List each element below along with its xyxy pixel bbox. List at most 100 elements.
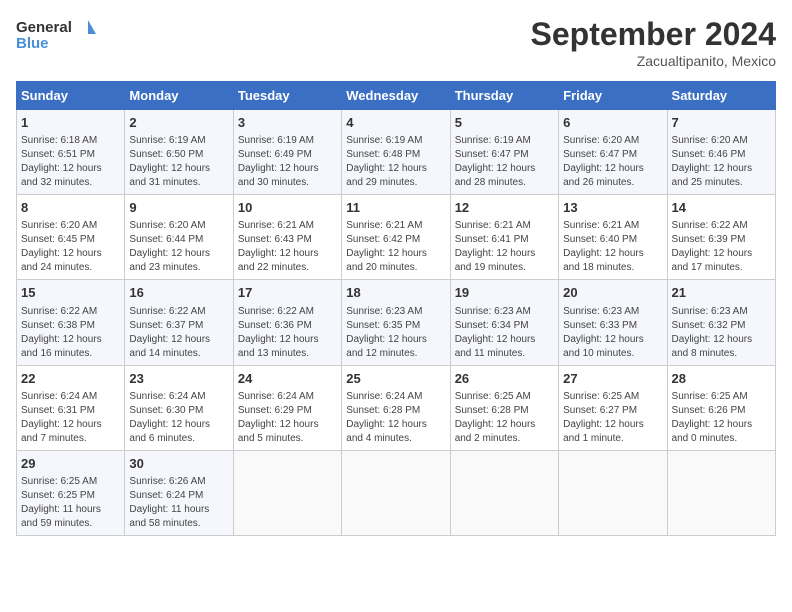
table-cell: 20 Sunrise: 6:23 AM Sunset: 6:33 PM Dayli… bbox=[559, 280, 667, 365]
col-friday: Friday bbox=[559, 82, 667, 110]
day-content: Sunrise: 6:18 AM Sunset: 6:51 PM Dayligh… bbox=[21, 134, 120, 190]
day-number: 7 bbox=[672, 114, 771, 132]
day-content: Sunrise: 6:25 AM Sunset: 6:26 PM Dayligh… bbox=[672, 390, 771, 446]
calendar-row: 29Sunrise: 6:25 AM Sunset: 6:25 PM Dayli… bbox=[17, 450, 776, 535]
day-content: Sunrise: 6:24 AM Sunset: 6:30 PM Dayligh… bbox=[129, 390, 228, 446]
calendar-body: 1 Sunrise: 6:18 AM Sunset: 6:51 PM Daylig… bbox=[17, 110, 776, 536]
col-tuesday: Tuesday bbox=[233, 82, 341, 110]
calendar-table: Sunday Monday Tuesday Wednesday Thursday… bbox=[16, 81, 776, 536]
calendar-row: 8 Sunrise: 6:20 AM Sunset: 6:45 PM Daylig… bbox=[17, 195, 776, 280]
day-number: 9 bbox=[129, 199, 228, 217]
calendar-row: 15 Sunrise: 6:22 AM Sunset: 6:38 PM Dayli… bbox=[17, 280, 776, 365]
day-number: 2 bbox=[129, 114, 228, 132]
day-content: Sunrise: 6:25 AM Sunset: 6:25 PM Dayligh… bbox=[21, 475, 120, 531]
day-number: 20 bbox=[563, 284, 662, 302]
col-monday: Monday bbox=[125, 82, 233, 110]
day-content: Sunrise: 6:19 AM Sunset: 6:49 PM Dayligh… bbox=[238, 134, 337, 190]
day-content: Sunrise: 6:22 AM Sunset: 6:38 PM Dayligh… bbox=[21, 305, 120, 361]
day-content: Sunrise: 6:22 AM Sunset: 6:37 PM Dayligh… bbox=[129, 305, 228, 361]
table-cell: 23 Sunrise: 6:24 AM Sunset: 6:30 PM Dayli… bbox=[125, 365, 233, 450]
table-cell: 25 Sunrise: 6:24 AM Sunset: 6:28 PM Dayli… bbox=[342, 365, 450, 450]
col-sunday: Sunday bbox=[17, 82, 125, 110]
day-content: Sunrise: 6:23 AM Sunset: 6:33 PM Dayligh… bbox=[563, 305, 662, 361]
col-wednesday: Wednesday bbox=[342, 82, 450, 110]
table-cell bbox=[450, 450, 558, 535]
page-header: General Blue September 2024 Zacualtipani… bbox=[16, 16, 776, 69]
table-cell: 22Sunrise: 6:24 AM Sunset: 6:31 PM Dayli… bbox=[17, 365, 125, 450]
day-number: 3 bbox=[238, 114, 337, 132]
day-number: 27 bbox=[563, 370, 662, 388]
day-number: 5 bbox=[455, 114, 554, 132]
col-thursday: Thursday bbox=[450, 82, 558, 110]
table-cell: 21 Sunrise: 6:23 AM Sunset: 6:32 PM Dayli… bbox=[667, 280, 775, 365]
day-number: 1 bbox=[21, 114, 120, 132]
day-number: 14 bbox=[672, 199, 771, 217]
table-cell: 2 Sunrise: 6:19 AM Sunset: 6:50 PM Daylig… bbox=[125, 110, 233, 195]
day-content: Sunrise: 6:20 AM Sunset: 6:45 PM Dayligh… bbox=[21, 219, 120, 275]
day-content: Sunrise: 6:24 AM Sunset: 6:28 PM Dayligh… bbox=[346, 390, 445, 446]
day-number: 11 bbox=[346, 199, 445, 217]
table-cell: 19Sunrise: 6:23 AM Sunset: 6:34 PM Dayli… bbox=[450, 280, 558, 365]
day-number: 16 bbox=[129, 284, 228, 302]
calendar-row: 1 Sunrise: 6:18 AM Sunset: 6:51 PM Daylig… bbox=[17, 110, 776, 195]
day-number: 24 bbox=[238, 370, 337, 388]
day-number: 23 bbox=[129, 370, 228, 388]
table-cell: 6Sunrise: 6:20 AM Sunset: 6:47 PM Daylig… bbox=[559, 110, 667, 195]
table-cell: 30Sunrise: 6:26 AM Sunset: 6:24 PM Dayli… bbox=[125, 450, 233, 535]
location-title: Zacualtipanito, Mexico bbox=[531, 53, 776, 69]
day-number: 26 bbox=[455, 370, 554, 388]
day-number: 21 bbox=[672, 284, 771, 302]
day-content: Sunrise: 6:20 AM Sunset: 6:47 PM Dayligh… bbox=[563, 134, 662, 190]
day-content: Sunrise: 6:20 AM Sunset: 6:46 PM Dayligh… bbox=[672, 134, 771, 190]
table-cell: 18Sunrise: 6:23 AM Sunset: 6:35 PM Dayli… bbox=[342, 280, 450, 365]
day-content: Sunrise: 6:21 AM Sunset: 6:41 PM Dayligh… bbox=[455, 219, 554, 275]
col-saturday: Saturday bbox=[667, 82, 775, 110]
table-cell bbox=[342, 450, 450, 535]
table-cell: 1 Sunrise: 6:18 AM Sunset: 6:51 PM Daylig… bbox=[17, 110, 125, 195]
table-cell: 17 Sunrise: 6:22 AM Sunset: 6:36 PM Dayli… bbox=[233, 280, 341, 365]
table-cell: 8 Sunrise: 6:20 AM Sunset: 6:45 PM Daylig… bbox=[17, 195, 125, 280]
table-cell: 13 Sunrise: 6:21 AM Sunset: 6:40 PM Dayli… bbox=[559, 195, 667, 280]
day-content: Sunrise: 6:19 AM Sunset: 6:47 PM Dayligh… bbox=[455, 134, 554, 190]
day-number: 15 bbox=[21, 284, 120, 302]
day-number: 17 bbox=[238, 284, 337, 302]
table-cell: 11Sunrise: 6:21 AM Sunset: 6:42 PM Dayli… bbox=[342, 195, 450, 280]
day-number: 28 bbox=[672, 370, 771, 388]
table-cell: 10Sunrise: 6:21 AM Sunset: 6:43 PM Dayli… bbox=[233, 195, 341, 280]
day-number: 10 bbox=[238, 199, 337, 217]
table-cell: 28 Sunrise: 6:25 AM Sunset: 6:26 PM Dayli… bbox=[667, 365, 775, 450]
day-content: Sunrise: 6:26 AM Sunset: 6:24 PM Dayligh… bbox=[129, 475, 228, 531]
day-content: Sunrise: 6:22 AM Sunset: 6:39 PM Dayligh… bbox=[672, 219, 771, 275]
day-number: 13 bbox=[563, 199, 662, 217]
day-number: 4 bbox=[346, 114, 445, 132]
logo: General Blue bbox=[16, 16, 96, 52]
day-content: Sunrise: 6:25 AM Sunset: 6:28 PM Dayligh… bbox=[455, 390, 554, 446]
day-content: Sunrise: 6:20 AM Sunset: 6:44 PM Dayligh… bbox=[129, 219, 228, 275]
table-cell: 15 Sunrise: 6:22 AM Sunset: 6:38 PM Dayli… bbox=[17, 280, 125, 365]
table-cell bbox=[233, 450, 341, 535]
table-cell: 24Sunrise: 6:24 AM Sunset: 6:29 PM Dayli… bbox=[233, 365, 341, 450]
table-cell: 14 Sunrise: 6:22 AM Sunset: 6:39 PM Dayli… bbox=[667, 195, 775, 280]
table-cell: 26 Sunrise: 6:25 AM Sunset: 6:28 PM Dayli… bbox=[450, 365, 558, 450]
table-cell: 29Sunrise: 6:25 AM Sunset: 6:25 PM Dayli… bbox=[17, 450, 125, 535]
day-content: Sunrise: 6:22 AM Sunset: 6:36 PM Dayligh… bbox=[238, 305, 337, 361]
svg-text:Blue: Blue bbox=[16, 35, 49, 52]
month-title: September 2024 bbox=[531, 16, 776, 53]
day-number: 22 bbox=[21, 370, 120, 388]
day-content: Sunrise: 6:25 AM Sunset: 6:27 PM Dayligh… bbox=[563, 390, 662, 446]
day-content: Sunrise: 6:19 AM Sunset: 6:50 PM Dayligh… bbox=[129, 134, 228, 190]
day-content: Sunrise: 6:23 AM Sunset: 6:32 PM Dayligh… bbox=[672, 305, 771, 361]
day-number: 8 bbox=[21, 199, 120, 217]
day-content: Sunrise: 6:23 AM Sunset: 6:35 PM Dayligh… bbox=[346, 305, 445, 361]
calendar-row: 22Sunrise: 6:24 AM Sunset: 6:31 PM Dayli… bbox=[17, 365, 776, 450]
table-cell: 12 Sunrise: 6:21 AM Sunset: 6:41 PM Dayli… bbox=[450, 195, 558, 280]
table-cell: 5 Sunrise: 6:19 AM Sunset: 6:47 PM Daylig… bbox=[450, 110, 558, 195]
logo-svg: General Blue bbox=[16, 16, 96, 52]
day-number: 25 bbox=[346, 370, 445, 388]
table-cell: 3 Sunrise: 6:19 AM Sunset: 6:49 PM Daylig… bbox=[233, 110, 341, 195]
day-content: Sunrise: 6:21 AM Sunset: 6:40 PM Dayligh… bbox=[563, 219, 662, 275]
day-content: Sunrise: 6:19 AM Sunset: 6:48 PM Dayligh… bbox=[346, 134, 445, 190]
table-cell bbox=[667, 450, 775, 535]
day-number: 12 bbox=[455, 199, 554, 217]
title-area: September 2024 Zacualtipanito, Mexico bbox=[531, 16, 776, 69]
